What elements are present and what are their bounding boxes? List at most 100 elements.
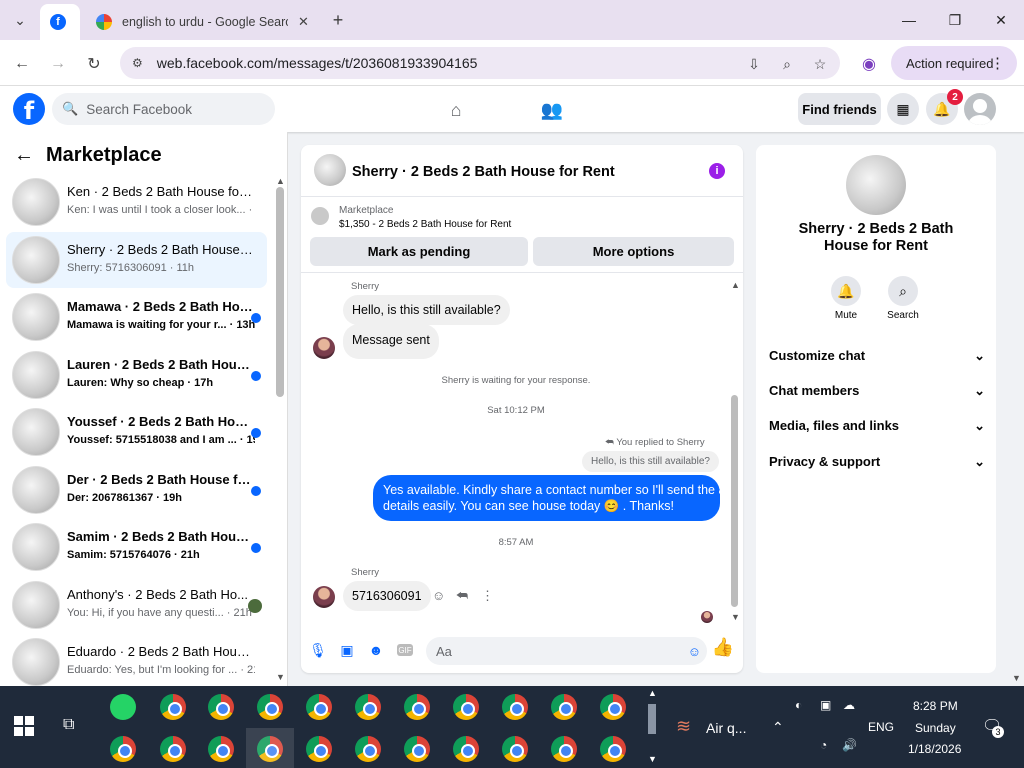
chrome-window-icon[interactable] <box>257 694 283 720</box>
close-window-icon[interactable]: ✕ <box>978 6 1024 34</box>
wifi-icon[interactable]: ◔ <box>820 738 827 752</box>
clock-date[interactable]: 1/18/2026 <box>908 742 961 756</box>
forward-icon[interactable]: → <box>46 52 70 76</box>
chrome-window-icon[interactable] <box>208 694 234 720</box>
conversation-item[interactable]: Lauren · 2 Beds 2 Bath House ... Lauren: … <box>6 347 267 403</box>
emoji-icon[interactable]: ☺ <box>688 644 701 659</box>
listing-description[interactable]: $1,350 - 2 Beds 2 Bath House for Rent <box>339 219 511 230</box>
more-icon[interactable]: ⋮ <box>481 588 494 604</box>
search-input[interactable]: 🔍 Search Facebook <box>52 93 275 125</box>
mute-bell-icon[interactable]: 🔔 <box>831 276 861 306</box>
chrome-window-icon[interactable] <box>355 736 381 762</box>
incoming-message[interactable]: 5716306091 <box>343 581 431 611</box>
taskbar-scrollbar[interactable] <box>648 704 656 734</box>
listing-thumbnail[interactable] <box>311 207 329 225</box>
chrome-window-icon[interactable] <box>404 694 430 720</box>
customize-chat-section[interactable]: Customize chat ⌄ <box>769 348 985 364</box>
sender-avatar[interactable] <box>313 586 335 608</box>
outgoing-message[interactable]: Yes available. Kindly share a contact nu… <box>373 475 731 521</box>
microphone-icon[interactable]: 🎙 <box>309 642 327 658</box>
whatsapp-icon[interactable] <box>110 694 136 720</box>
chrome-window-icon[interactable] <box>600 694 626 720</box>
list-scrollbar[interactable] <box>276 187 284 397</box>
incoming-message[interactable]: Hello, is this still available? <box>343 295 510 325</box>
weather-text[interactable]: Air q... <box>706 720 746 736</box>
tray-cloud-icon[interactable]: ☁ <box>843 698 855 712</box>
scroll-down-arrow-icon[interactable]: ▼ <box>731 612 740 622</box>
close-icon[interactable]: ✕ <box>298 14 309 30</box>
chat-title[interactable]: Sherry · 2 Beds 2 Bath House for Rent <box>352 164 615 180</box>
chrome-window-icon[interactable] <box>453 694 479 720</box>
reply-icon[interactable]: ⮪ <box>456 588 468 604</box>
profile-avatar[interactable] <box>964 93 996 125</box>
clock-day[interactable]: Sunday <box>915 721 956 735</box>
plus-icon[interactable]: + <box>326 8 350 32</box>
action-required-button[interactable]: Action required ⋮ <box>891 46 1017 80</box>
chrome-window-icon[interactable] <box>110 736 136 762</box>
chat-scrollbar[interactable] <box>731 395 738 607</box>
conversation-item[interactable]: Youssef · 2 Beds 2 Bath House... Youssef:… <box>6 404 267 460</box>
taskbar-scroll-down-icon[interactable]: ▼ <box>648 754 657 764</box>
page-scroll-down-icon[interactable]: ▼ <box>1012 673 1021 683</box>
tab-google-search[interactable]: english to urdu - Google Search ✕ <box>84 4 324 40</box>
like-thumb-icon[interactable]: 👍 <box>712 637 734 657</box>
more-icon[interactable]: ⋮ <box>990 54 1005 72</box>
privacy-support-section[interactable]: Privacy & support ⌄ <box>769 454 985 470</box>
windows-start-icon[interactable] <box>14 716 34 736</box>
back-icon[interactable]: ← <box>10 52 34 76</box>
weather-icon[interactable]: ≋ <box>676 716 691 737</box>
task-view-icon[interactable]: ⧉ <box>63 716 74 734</box>
sticker-icon[interactable]: ☻ <box>368 642 384 658</box>
search-icon[interactable]: ⌕ <box>888 276 918 306</box>
more-options-button[interactable]: More options <box>533 237 734 266</box>
chrome-window-icon[interactable] <box>502 736 528 762</box>
photo-icon[interactable]: ▣ <box>339 642 355 658</box>
chat-members-section[interactable]: Chat members ⌄ <box>769 383 985 399</box>
media-files-links-section[interactable]: Media, files and links ⌄ <box>769 418 985 434</box>
chrome-window-icon[interactable] <box>502 694 528 720</box>
volume-icon[interactable]: 🔊 <box>842 738 857 752</box>
quoted-message[interactable]: Hello, is this still available? <box>582 451 719 472</box>
conversation-item[interactable]: Sherry · 2 Beds 2 Bath House fo... Sherry… <box>6 231 267 288</box>
url-text[interactable]: web.facebook.com/messages/t/203608193390… <box>157 55 478 71</box>
chrome-window-icon[interactable] <box>208 736 234 762</box>
sender-avatar[interactable] <box>313 337 335 359</box>
chrome-window-icon[interactable] <box>551 694 577 720</box>
tab-facebook[interactable]: f <box>40 4 80 40</box>
menu-grid-icon[interactable]: ▦ <box>887 93 919 125</box>
chat-avatar[interactable] <box>314 154 346 186</box>
conversation-item[interactable]: Der · 2 Beds 2 Bath House for ... Der: 20… <box>6 462 267 518</box>
tray-app-icon[interactable]: ◐ <box>795 698 802 712</box>
friends-icon[interactable]: 👥 <box>540 98 564 122</box>
chrome-window-icon[interactable] <box>160 694 186 720</box>
taskbar-scroll-up-icon[interactable]: ▲ <box>648 688 657 698</box>
conversation-item[interactable]: Mamawa · 2 Beds 2 Bath Hou... Mamawa is w… <box>6 289 267 345</box>
incoming-message[interactable]: Message sent <box>343 324 439 359</box>
chrome-window-icon[interactable] <box>160 736 186 762</box>
message-input[interactable]: Aa ☺ <box>426 637 707 665</box>
tab-search-chevron-down-icon[interactable]: ⌄ <box>8 8 32 32</box>
site-info-icon[interactable]: ⚙ <box>132 56 143 70</box>
language-indicator[interactable]: ENG <box>868 720 894 734</box>
chrome-window-icon[interactable] <box>551 736 577 762</box>
clock-time[interactable]: 8:28 PM <box>913 699 958 713</box>
maximize-icon[interactable]: ❐ <box>932 6 978 34</box>
chrome-window-icon[interactable] <box>404 736 430 762</box>
chrome-window-icon[interactable] <box>600 736 626 762</box>
chrome-window-icon[interactable] <box>306 736 332 762</box>
reload-icon[interactable]: ↻ <box>82 52 106 76</box>
conversation-item[interactable]: Eduardo · 2 Beds 2 Bath House ... Eduardo… <box>6 634 267 686</box>
emoji-react-icon[interactable]: ☺ <box>432 588 445 603</box>
conversation-item[interactable]: Ken · 2 Beds 2 Bath House for R... Ken: I… <box>6 174 267 230</box>
gif-icon[interactable]: GIF <box>397 644 413 656</box>
chrome-window-icon[interactable] <box>355 694 381 720</box>
find-friends-button[interactable]: Find friends <box>798 93 881 125</box>
chrome-window-icon[interactable] <box>453 736 479 762</box>
star-icon[interactable]: ☆ <box>810 54 830 74</box>
tray-chevron-up-icon[interactable]: ⌃ <box>772 719 784 736</box>
info-icon[interactable]: i <box>709 163 725 179</box>
url-omnibox[interactable]: ⚙ web.facebook.com/messages/t/2036081933… <box>120 47 840 79</box>
chrome-window-icon[interactable] <box>306 694 332 720</box>
scroll-up-arrow-icon[interactable]: ▲ <box>276 176 285 186</box>
facebook-logo-icon[interactable]: f <box>13 93 45 125</box>
